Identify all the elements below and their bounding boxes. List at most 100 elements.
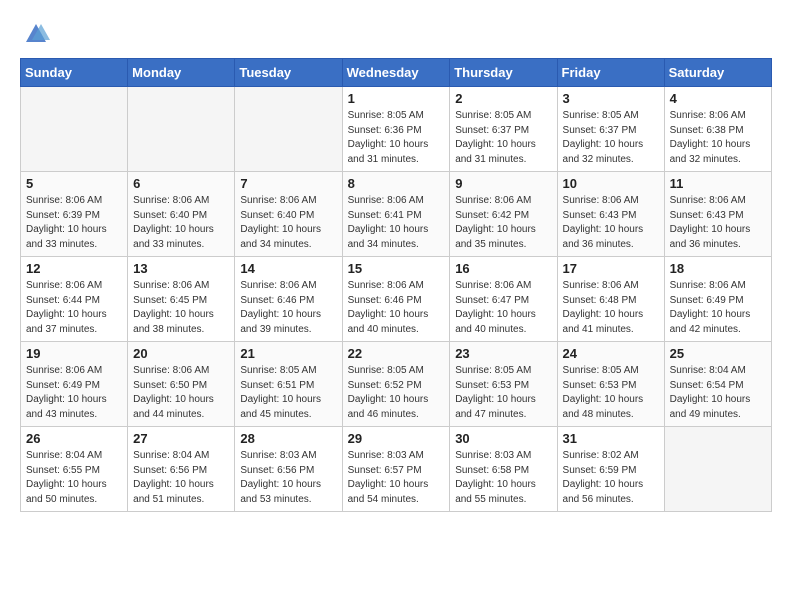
day-info: Sunrise: 8:04 AM Sunset: 6:55 PM Dayligh… — [26, 449, 122, 507]
day-number: 25 — [670, 346, 766, 361]
day-info: Sunrise: 8:06 AM Sunset: 6:40 PM Dayligh… — [133, 194, 229, 252]
day-number: 4 — [670, 91, 766, 106]
day-number: 21 — [240, 346, 336, 361]
calendar-day-cell: 6Sunrise: 8:06 AM Sunset: 6:40 PM Daylig… — [128, 172, 235, 257]
calendar-week-row: 12 Sunrise: 8:06 AM Sunset: 6:44 PM Dayli… — [21, 257, 772, 342]
calendar-day-cell: 20 Sunrise: 8:06 AM Sunset: 6:50 PM Dayli… — [128, 342, 235, 427]
day-number: 18 — [670, 261, 766, 276]
calendar-day-cell: 23 Sunrise: 8:05 AM Sunset: 6:53 PM Dayli… — [450, 342, 557, 427]
calendar-day-cell: 3 Sunrise: 8:05 AM Sunset: 6:37 PM Daylig… — [557, 87, 664, 172]
calendar-day-cell: 21 Sunrise: 8:05 AM Sunset: 6:51 PM Dayli… — [235, 342, 342, 427]
day-info: Sunrise: 8:05 AM Sunset: 6:53 PM Dayligh… — [563, 364, 659, 422]
day-info: Sunrise: 8:02 AM Sunset: 6:59 PM Dayligh… — [563, 449, 659, 507]
day-number: 27 — [133, 431, 229, 446]
day-info: Sunrise: 8:03 AM Sunset: 6:58 PM Dayligh… — [455, 449, 551, 507]
calendar-day-cell: 19 Sunrise: 8:06 AM Sunset: 6:49 PM Dayli… — [21, 342, 128, 427]
day-of-week-header: Monday — [128, 59, 235, 87]
day-of-week-header: Sunday — [21, 59, 128, 87]
calendar-day-cell: 22 Sunrise: 8:05 AM Sunset: 6:52 PM Dayli… — [342, 342, 450, 427]
logo — [20, 20, 50, 48]
day-number: 2 — [455, 91, 551, 106]
day-number: 9 — [455, 176, 551, 191]
day-info: Sunrise: 8:06 AM Sunset: 6:43 PM Dayligh… — [563, 194, 659, 252]
calendar-day-cell: 13 Sunrise: 8:06 AM Sunset: 6:45 PM Dayli… — [128, 257, 235, 342]
day-number: 11 — [670, 176, 766, 191]
calendar-day-cell: 31 Sunrise: 8:02 AM Sunset: 6:59 PM Dayli… — [557, 427, 664, 512]
calendar-day-cell: 16 Sunrise: 8:06 AM Sunset: 6:47 PM Dayli… — [450, 257, 557, 342]
day-info: Sunrise: 8:03 AM Sunset: 6:56 PM Dayligh… — [240, 449, 336, 507]
day-number: 5 — [26, 176, 122, 191]
calendar-day-cell: 12 Sunrise: 8:06 AM Sunset: 6:44 PM Dayli… — [21, 257, 128, 342]
day-info: Sunrise: 8:06 AM Sunset: 6:40 PM Dayligh… — [240, 194, 336, 252]
day-info: Sunrise: 8:03 AM Sunset: 6:57 PM Dayligh… — [348, 449, 445, 507]
day-number: 30 — [455, 431, 551, 446]
day-number: 8 — [348, 176, 445, 191]
day-number: 12 — [26, 261, 122, 276]
calendar-day-cell: 14Sunrise: 8:06 AM Sunset: 6:46 PM Dayli… — [235, 257, 342, 342]
calendar-day-cell: 11 Sunrise: 8:06 AM Sunset: 6:43 PM Dayli… — [664, 172, 771, 257]
calendar-day-cell — [235, 87, 342, 172]
calendar-day-cell: 15Sunrise: 8:06 AM Sunset: 6:46 PM Dayli… — [342, 257, 450, 342]
day-number: 1 — [348, 91, 445, 106]
day-info: Sunrise: 8:06 AM Sunset: 6:50 PM Dayligh… — [133, 364, 229, 422]
day-number: 24 — [563, 346, 659, 361]
day-number: 10 — [563, 176, 659, 191]
day-number: 31 — [563, 431, 659, 446]
day-number: 7 — [240, 176, 336, 191]
calendar-day-cell: 25 Sunrise: 8:04 AM Sunset: 6:54 PM Dayli… — [664, 342, 771, 427]
day-info: Sunrise: 8:06 AM Sunset: 6:46 PM Dayligh… — [348, 279, 445, 337]
calendar-day-cell: 2 Sunrise: 8:05 AM Sunset: 6:37 PM Daylig… — [450, 87, 557, 172]
calendar-week-row: 19 Sunrise: 8:06 AM Sunset: 6:49 PM Dayli… — [21, 342, 772, 427]
day-info: Sunrise: 8:05 AM Sunset: 6:37 PM Dayligh… — [563, 109, 659, 167]
day-number: 20 — [133, 346, 229, 361]
day-info: Sunrise: 8:06 AM Sunset: 6:49 PM Dayligh… — [26, 364, 122, 422]
calendar-week-row: 1 Sunrise: 8:05 AM Sunset: 6:36 PM Daylig… — [21, 87, 772, 172]
day-info: Sunrise: 8:06 AM Sunset: 6:39 PM Dayligh… — [26, 194, 122, 252]
calendar-table: SundayMondayTuesdayWednesdayThursdayFrid… — [20, 58, 772, 512]
calendar-week-row: 5 Sunrise: 8:06 AM Sunset: 6:39 PM Daylig… — [21, 172, 772, 257]
day-number: 16 — [455, 261, 551, 276]
calendar-week-row: 26 Sunrise: 8:04 AM Sunset: 6:55 PM Dayli… — [21, 427, 772, 512]
day-number: 19 — [26, 346, 122, 361]
day-info: Sunrise: 8:05 AM Sunset: 6:36 PM Dayligh… — [348, 109, 445, 167]
calendar-day-cell: 27 Sunrise: 8:04 AM Sunset: 6:56 PM Dayli… — [128, 427, 235, 512]
calendar-day-cell: 1 Sunrise: 8:05 AM Sunset: 6:36 PM Daylig… — [342, 87, 450, 172]
day-number: 14 — [240, 261, 336, 276]
calendar-day-cell: 29 Sunrise: 8:03 AM Sunset: 6:57 PM Dayli… — [342, 427, 450, 512]
day-info: Sunrise: 8:06 AM Sunset: 6:43 PM Dayligh… — [670, 194, 766, 252]
day-number: 22 — [348, 346, 445, 361]
calendar-day-cell — [664, 427, 771, 512]
day-info: Sunrise: 8:06 AM Sunset: 6:38 PM Dayligh… — [670, 109, 766, 167]
day-number: 3 — [563, 91, 659, 106]
day-of-week-header: Wednesday — [342, 59, 450, 87]
day-info: Sunrise: 8:05 AM Sunset: 6:51 PM Dayligh… — [240, 364, 336, 422]
day-info: Sunrise: 8:06 AM Sunset: 6:49 PM Dayligh… — [670, 279, 766, 337]
day-info: Sunrise: 8:06 AM Sunset: 6:45 PM Dayligh… — [133, 279, 229, 337]
day-of-week-header: Thursday — [450, 59, 557, 87]
day-info: Sunrise: 8:06 AM Sunset: 6:44 PM Dayligh… — [26, 279, 122, 337]
day-number: 28 — [240, 431, 336, 446]
day-of-week-header: Friday — [557, 59, 664, 87]
calendar-header-row: SundayMondayTuesdayWednesdayThursdayFrid… — [21, 59, 772, 87]
calendar-day-cell: 18 Sunrise: 8:06 AM Sunset: 6:49 PM Dayli… — [664, 257, 771, 342]
day-number: 29 — [348, 431, 445, 446]
day-info: Sunrise: 8:05 AM Sunset: 6:37 PM Dayligh… — [455, 109, 551, 167]
day-number: 26 — [26, 431, 122, 446]
day-number: 17 — [563, 261, 659, 276]
calendar-day-cell — [21, 87, 128, 172]
day-number: 23 — [455, 346, 551, 361]
calendar-day-cell: 28 Sunrise: 8:03 AM Sunset: 6:56 PM Dayli… — [235, 427, 342, 512]
calendar-day-cell: 26 Sunrise: 8:04 AM Sunset: 6:55 PM Dayli… — [21, 427, 128, 512]
day-of-week-header: Saturday — [664, 59, 771, 87]
calendar-day-cell: 4 Sunrise: 8:06 AM Sunset: 6:38 PM Daylig… — [664, 87, 771, 172]
day-info: Sunrise: 8:04 AM Sunset: 6:54 PM Dayligh… — [670, 364, 766, 422]
day-info: Sunrise: 8:05 AM Sunset: 6:53 PM Dayligh… — [455, 364, 551, 422]
day-info: Sunrise: 8:05 AM Sunset: 6:52 PM Dayligh… — [348, 364, 445, 422]
calendar-day-cell: 17Sunrise: 8:06 AM Sunset: 6:48 PM Dayli… — [557, 257, 664, 342]
day-number: 13 — [133, 261, 229, 276]
day-info: Sunrise: 8:06 AM Sunset: 6:47 PM Dayligh… — [455, 279, 551, 337]
day-info: Sunrise: 8:04 AM Sunset: 6:56 PM Dayligh… — [133, 449, 229, 507]
calendar-day-cell: 5 Sunrise: 8:06 AM Sunset: 6:39 PM Daylig… — [21, 172, 128, 257]
page-header — [20, 20, 772, 48]
calendar-day-cell: 8Sunrise: 8:06 AM Sunset: 6:41 PM Daylig… — [342, 172, 450, 257]
